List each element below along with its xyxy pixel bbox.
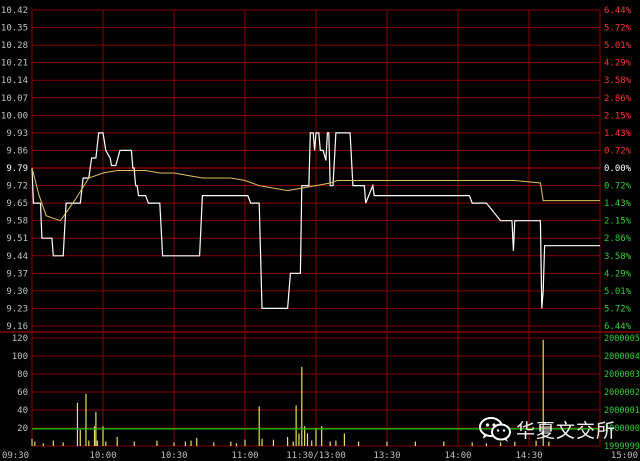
price-tick-label: 10.00 bbox=[1, 111, 28, 121]
volume-right-tick-label: 2000004 bbox=[604, 352, 640, 362]
time-tick-label: 14:00 bbox=[444, 451, 471, 461]
percent-tick-label: 5.01% bbox=[604, 287, 632, 297]
time-tick-label: 15:00 bbox=[611, 451, 638, 461]
price-tick-label: 10.21 bbox=[1, 59, 28, 69]
time-tick-label: 14:30 bbox=[515, 451, 542, 461]
watermark-text: 华夏文交所 bbox=[516, 419, 617, 442]
price-tick-label: 9.16 bbox=[6, 322, 28, 332]
time-tick-label: 10:00 bbox=[89, 451, 116, 461]
percent-tick-label: 3.58% bbox=[604, 76, 632, 86]
price-tick-label: 10.35 bbox=[1, 24, 28, 34]
price-tick-label: 9.93 bbox=[6, 129, 28, 139]
price-tick-label: 9.37 bbox=[6, 269, 28, 279]
price-tick-label: 9.79 bbox=[6, 164, 28, 174]
percent-tick-label: 2.15% bbox=[604, 111, 632, 121]
time-tick-label: 13:30 bbox=[373, 451, 400, 461]
time-tick-label: 09:30 bbox=[2, 451, 29, 461]
volume-right-tick-label: 2000002 bbox=[604, 388, 640, 398]
percent-tick-label: 6.44% bbox=[604, 6, 632, 16]
percent-tick-label: 1.43% bbox=[604, 199, 632, 209]
price-tick-label: 9.65 bbox=[6, 199, 28, 209]
percent-tick-label: 5.72% bbox=[604, 304, 632, 314]
price-tick-label: 10.07 bbox=[1, 94, 28, 104]
percent-tick-label: 1.43% bbox=[604, 129, 632, 139]
percent-tick-label: 4.29% bbox=[604, 59, 632, 69]
wechat-icon bbox=[479, 417, 511, 442]
volume-tick-label: 100 bbox=[12, 352, 28, 362]
volume-tick-label: 120 bbox=[12, 334, 28, 344]
volume-right-tick-label: 2000003 bbox=[604, 370, 640, 380]
percent-tick-label: 2.86% bbox=[604, 234, 632, 244]
percent-tick-label: 2.86% bbox=[604, 94, 632, 104]
time-tick-label: 10:30 bbox=[160, 451, 187, 461]
price-tick-label: 9.58 bbox=[6, 217, 28, 227]
volume-tick-label: 20 bbox=[17, 424, 28, 434]
price-tick-label: 10.42 bbox=[1, 6, 28, 16]
percent-tick-label: 5.01% bbox=[604, 41, 632, 51]
volume-tick-label: 80 bbox=[17, 370, 28, 380]
price-tick-label: 9.51 bbox=[6, 234, 28, 244]
price-tick-label: 9.72 bbox=[6, 182, 28, 192]
price-tick-label: 9.23 bbox=[6, 304, 28, 314]
volume-right-tick-label: 2000005 bbox=[604, 334, 640, 344]
price-tick-label: 9.30 bbox=[6, 287, 28, 297]
time-tick-label: 11:30/13:00 bbox=[286, 451, 346, 461]
percent-tick-label: 5.72% bbox=[604, 24, 632, 34]
price-tick-label: 9.86 bbox=[6, 146, 28, 156]
price-tick-label: 10.28 bbox=[1, 41, 28, 51]
price-tick-label: 10.14 bbox=[1, 76, 28, 86]
percent-tick-label: 3.58% bbox=[604, 252, 632, 262]
volume-tick-label: 40 bbox=[17, 406, 28, 416]
percent-tick-label: 0.72% bbox=[604, 182, 632, 192]
time-tick-label: 11:00 bbox=[231, 451, 258, 461]
percent-tick-label: 0.00% bbox=[604, 164, 632, 174]
price-tick-label: 9.44 bbox=[6, 252, 28, 262]
volume-tick-label: 60 bbox=[17, 388, 28, 398]
percent-tick-label: 2.15% bbox=[604, 217, 632, 227]
percent-tick-label: 6.44% bbox=[604, 322, 632, 332]
watermark: 华夏文交所 bbox=[478, 411, 628, 447]
percent-tick-label: 4.29% bbox=[604, 269, 632, 279]
percent-tick-label: 0.72% bbox=[604, 146, 632, 156]
intraday-chart[interactable]: 10.42 6.44% 10.35 5.72% 10.28 5.01% 10.21 4.29%… bbox=[0, 0, 640, 461]
